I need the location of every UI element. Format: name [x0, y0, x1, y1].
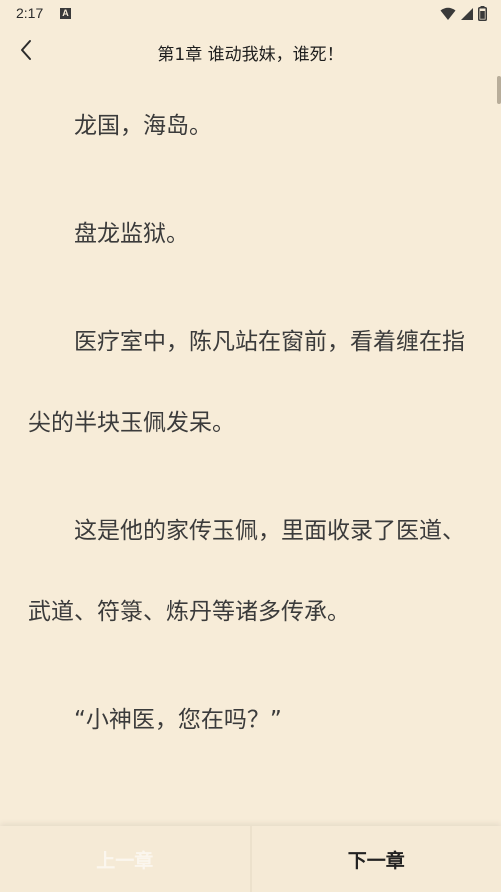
- notification-a-icon: A: [60, 8, 71, 19]
- chapter-content[interactable]: 龙国，海岛。 盘龙监狱。 医疗室中，陈凡站在窗前，看着缠在指尖的半块玉佩发呆。 …: [28, 86, 468, 761]
- status-bar: 2:17 A: [0, 0, 501, 30]
- paragraph: “小神医，您在吗？”: [74, 707, 282, 733]
- status-icons: [440, 6, 487, 25]
- chapter-nav-bar: 上一章 下一章: [0, 826, 501, 892]
- paragraph: 龙国，海岛。: [74, 113, 212, 139]
- paragraph: 这是他的家传玉佩，里面收录了医道、武道、符箓、炼丹等诸多传承。: [28, 518, 465, 625]
- signal-icon: [460, 6, 474, 25]
- reader-header: 第1章 谁动我妹，谁死！: [0, 30, 501, 74]
- scrollbar-thumb[interactable]: [497, 76, 501, 104]
- prev-chapter-button[interactable]: 上一章: [0, 826, 252, 892]
- paragraph: 医疗室中，陈凡站在窗前，看着缠在指尖的半块玉佩发呆。: [28, 329, 465, 436]
- status-time: 2:17: [16, 5, 44, 21]
- paragraph: 盘龙监狱。: [74, 221, 189, 247]
- battery-icon: [478, 6, 487, 25]
- chapter-title: 第1章 谁动我妹，谁死！: [157, 45, 344, 65]
- next-chapter-button[interactable]: 下一章: [252, 826, 501, 892]
- wifi-icon: [440, 6, 456, 25]
